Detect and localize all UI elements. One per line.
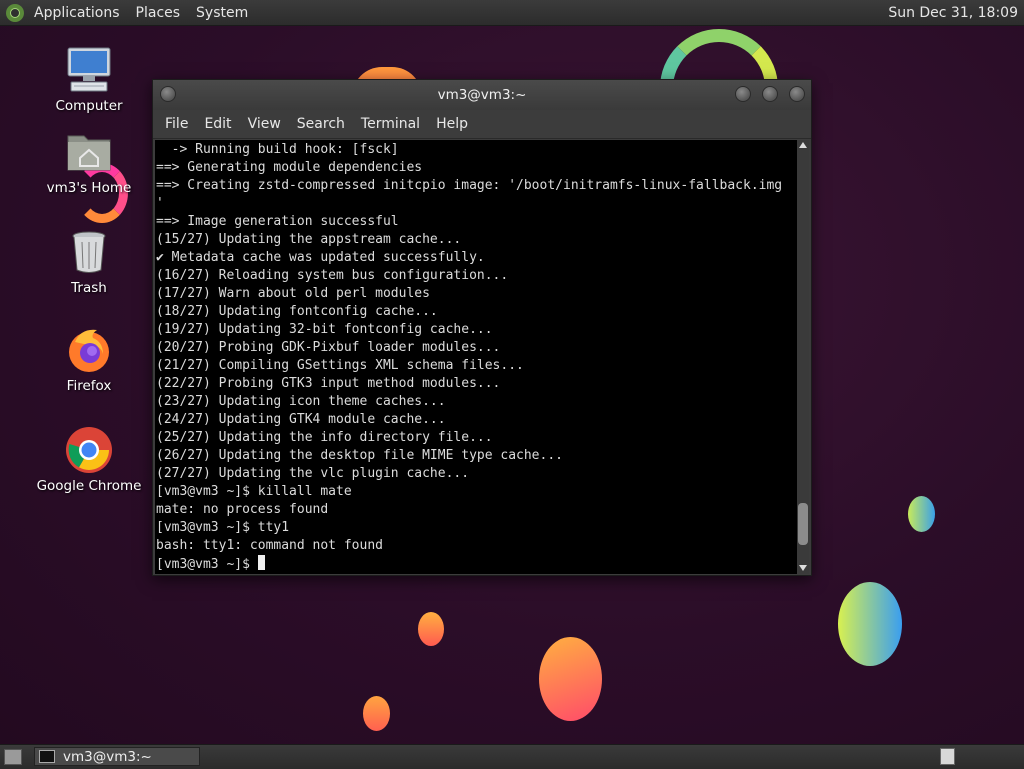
taskbar-window-label: vm3@vm3:~: [63, 748, 152, 765]
terminal-line: (20/27) Probing GDK-Pixbuf loader module…: [156, 340, 501, 355]
desktop-icon-label: Trash: [71, 280, 107, 296]
menu-applications[interactable]: Applications: [26, 5, 128, 21]
terminal-scrollbar[interactable]: [797, 140, 809, 574]
terminal-line: ': [156, 196, 164, 211]
menu-view[interactable]: View: [240, 116, 289, 132]
terminal-line: (26/27) Updating the desktop file MIME t…: [156, 448, 563, 463]
terminal-icon: [39, 750, 55, 763]
window-title: vm3@vm3:~: [437, 87, 527, 103]
decor-blob-small-orange: [418, 612, 444, 646]
terminal-lines: -> Running build hook: [fsck] ==> Genera…: [156, 142, 782, 553]
terminal-line: (24/27) Updating GTK4 module cache...: [156, 412, 446, 427]
bottom-panel: vm3@vm3:~: [0, 744, 1024, 769]
desktop-icon-label: Computer: [55, 98, 123, 114]
desktop-icon-trash[interactable]: Trash: [34, 228, 144, 296]
terminal-line: ==> Creating zstd-compressed initcpio im…: [156, 178, 783, 193]
desktop-icon-chrome[interactable]: Google Chrome: [34, 426, 144, 494]
terminal-line: (16/27) Reloading system bus configurati…: [156, 268, 509, 283]
terminal-line: (19/27) Updating 32-bit fontconfig cache…: [156, 322, 493, 337]
terminal-line: (23/27) Updating icon theme caches...: [156, 394, 446, 409]
clock[interactable]: Sun Dec 31, 18:09: [888, 5, 1024, 21]
terminal-prompt: [vm3@vm3 ~]$: [156, 557, 258, 572]
menu-help[interactable]: Help: [428, 116, 476, 132]
desktop-icon-label: Google Chrome: [36, 478, 142, 494]
desktop-icon-label: vm3's Home: [46, 180, 132, 196]
menu-file[interactable]: File: [157, 116, 196, 132]
decor-blob-green-large: [838, 582, 902, 666]
window-menu-icon[interactable]: [160, 86, 176, 102]
terminal-line: (18/27) Updating fontconfig cache...: [156, 304, 438, 319]
terminal-line: (25/27) Updating the info directory file…: [156, 430, 493, 445]
workspace-switcher[interactable]: [940, 748, 955, 765]
terminal-cursor: [257, 555, 265, 570]
home-folder-icon: [65, 128, 113, 176]
desktop-icon-firefox[interactable]: Firefox: [34, 326, 144, 394]
terminal-window[interactable]: vm3@vm3:~ File Edit View Search Terminal…: [152, 79, 812, 576]
firefox-icon: [65, 326, 113, 374]
scroll-up-arrow-icon[interactable]: [799, 142, 807, 148]
desktop-icon-home[interactable]: vm3's Home: [34, 128, 144, 196]
mate-logo-icon[interactable]: [6, 3, 24, 22]
top-panel: Applications Places System Sun Dec 31, 1…: [0, 0, 1024, 26]
window-titlebar[interactable]: vm3@vm3:~: [153, 80, 811, 110]
terminal-text-area[interactable]: -> Running build hook: [fsck] ==> Genera…: [155, 140, 797, 574]
terminal-line: bash: tty1: command not found: [156, 538, 383, 553]
maximize-button[interactable]: [762, 86, 778, 102]
taskbar-window-button[interactable]: vm3@vm3:~: [34, 747, 200, 766]
terminal-line: [vm3@vm3 ~]$ tty1: [156, 520, 290, 535]
close-button[interactable]: [789, 86, 805, 102]
show-desktop-button[interactable]: [4, 749, 22, 765]
minimize-button[interactable]: [735, 86, 751, 102]
terminal-line: ✔ Metadata cache was updated successfull…: [156, 250, 485, 265]
desktop-icon-label: Firefox: [66, 378, 112, 394]
scrollbar-thumb[interactable]: [798, 503, 808, 546]
menu-terminal[interactable]: Terminal: [353, 116, 428, 132]
menu-places[interactable]: Places: [128, 5, 189, 21]
terminal-line: ==> Generating module dependencies: [156, 160, 423, 175]
menu-system[interactable]: System: [188, 5, 256, 21]
decor-blob-bottom-orange: [363, 696, 390, 731]
terminal-output: -> Running build hook: [fsck] ==> Genera…: [155, 140, 797, 574]
computer-icon: [65, 46, 113, 94]
decor-blob-green-small: [908, 496, 935, 532]
menu-search[interactable]: Search: [289, 116, 353, 132]
scroll-down-arrow-icon[interactable]: [799, 565, 807, 571]
menu-edit[interactable]: Edit: [196, 116, 239, 132]
terminal-line: (22/27) Probing GTK3 input method module…: [156, 376, 501, 391]
terminal-line: (15/27) Updating the appstream cache...: [156, 232, 462, 247]
terminal-menubar: File Edit View Search Terminal Help: [153, 110, 811, 139]
terminal-line: [vm3@vm3 ~]$ killall mate: [156, 484, 352, 499]
trash-icon: [65, 228, 113, 276]
terminal-line: (21/27) Compiling GSettings XML schema f…: [156, 358, 524, 373]
terminal-line: ==> Image generation successful: [156, 214, 399, 229]
terminal-line: (17/27) Warn about old perl modules: [156, 286, 430, 301]
chrome-icon: [65, 426, 113, 474]
terminal-line: mate: no process found: [156, 502, 329, 517]
terminal-line: (27/27) Updating the vlc plugin cache...: [156, 466, 470, 481]
desktop-icon-computer[interactable]: Computer: [34, 46, 144, 114]
terminal-line: -> Running build hook: [fsck]: [171, 142, 399, 157]
decor-blob-large-orange: [539, 637, 602, 721]
